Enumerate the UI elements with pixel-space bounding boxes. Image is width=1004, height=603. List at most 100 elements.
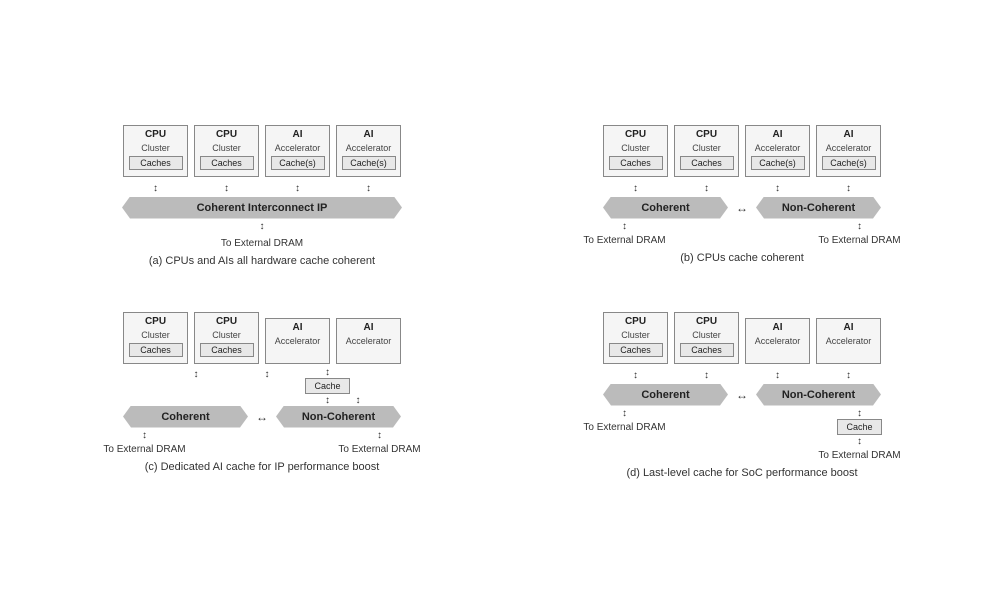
unit-subtitle: Cluster [212, 331, 241, 341]
cache-label: Caches [609, 156, 663, 170]
unit-ai2-d: AI Accelerator [816, 318, 881, 364]
unit-title: AI [844, 322, 854, 334]
unit-subtitle: Cluster [621, 144, 650, 154]
arrows-d: ↕ ↕ ↕ ↕ [603, 368, 881, 384]
unit-title: CPU [696, 129, 717, 141]
unit-cpu2-a: CPU Cluster Caches [194, 125, 259, 177]
banner-row-b: Coherent ↔ Non-Coherent [603, 197, 881, 219]
unit-cpu1-b: CPU Cluster Caches [603, 125, 668, 177]
ai-cache-c: Cache [305, 378, 349, 394]
arrow-dram-right-c: ↕ [377, 431, 382, 441]
arrow-h-d: ↔ [736, 388, 748, 402]
arrow-h-b: ↔ [736, 201, 748, 215]
unit-cpu2-d: CPU Cluster Caches [674, 312, 739, 364]
unit-title: CPU [625, 316, 646, 328]
unit-ai2-a: AI Accelerator Cache(s) [336, 125, 401, 177]
cache-label: Caches [680, 156, 734, 170]
interconnect-a: Coherent Interconnect IP [122, 197, 402, 219]
unit-ai1-a: AI Accelerator Cache(s) [265, 125, 330, 177]
arrow-dram-left-b: ↕ [622, 222, 627, 232]
arrow-dram-left-d: ↕ [622, 409, 627, 419]
unit-subtitle: Accelerator [755, 144, 801, 154]
arrows-b-left: ↕ ↕ [603, 181, 739, 197]
unit-title: AI [773, 322, 783, 334]
diagram-d: CPU Cluster Caches CPU Cluster Caches AI… [507, 312, 977, 479]
unit-title: CPU [145, 316, 166, 328]
arrow-dram-a: ↕ [260, 222, 265, 232]
unit-ai1-b: AI Accelerator Cache(s) [745, 125, 810, 177]
dram-text-left-b: To External DRAM [583, 235, 665, 246]
arrow-llc-d: ↕ [857, 409, 862, 419]
caption-b: (b) CPUs cache coherent [680, 252, 804, 264]
unit-title: CPU [696, 316, 717, 328]
unit-subtitle: Accelerator [275, 337, 321, 347]
cache-label: Caches [200, 343, 254, 357]
dram-text-left-d: To External DRAM [583, 422, 665, 433]
unit-subtitle: Accelerator [346, 144, 392, 154]
diagram-c: CPU Cluster Caches CPU Cluster Caches AI… [27, 312, 497, 479]
noncoherent-banner-c: Non-Coherent [276, 406, 401, 428]
cache-label: Cache(s) [271, 156, 325, 170]
unit-ai2-c: AI Accelerator [336, 318, 401, 364]
caption-a: (a) CPUs and AIs all hardware cache cohe… [149, 255, 375, 267]
unit-title: AI [364, 129, 374, 141]
dram-text-right-d: To External DRAM [818, 450, 900, 461]
units-row-d: CPU Cluster Caches CPU Cluster Caches AI… [603, 312, 881, 364]
unit-title: AI [364, 322, 374, 334]
banner-row-d: Coherent ↔ Non-Coherent [603, 384, 881, 406]
unit-title: AI [293, 129, 303, 141]
diagram-a: CPU Cluster Caches CPU Cluster Caches AI… [27, 125, 497, 292]
cache-label: Caches [609, 343, 663, 357]
unit-subtitle: Accelerator [346, 337, 392, 347]
arrow-dram-right-b: ↕ [857, 222, 862, 232]
unit-title: CPU [145, 129, 166, 141]
unit-title: AI [773, 129, 783, 141]
cache-label: Cache(s) [342, 156, 396, 170]
unit-title: CPU [625, 129, 646, 141]
caption-d: (d) Last-level cache for SoC performance… [626, 467, 857, 479]
cache-label: Caches [200, 156, 254, 170]
unit-title: AI [844, 129, 854, 141]
arrow-dram-left-c: ↕ [142, 431, 147, 441]
unit-subtitle: Accelerator [755, 337, 801, 347]
dram-text-right-c: To External DRAM [338, 444, 420, 455]
unit-ai2-b: AI Accelerator Cache(s) [816, 125, 881, 177]
units-row-b: CPU Cluster Caches CPU Cluster Caches AI… [603, 125, 881, 177]
coherent-banner-d: Coherent [603, 384, 728, 406]
unit-subtitle: Accelerator [826, 337, 872, 347]
dram-text-right-b: To External DRAM [818, 235, 900, 246]
cache-label: Cache(s) [822, 156, 876, 170]
unit-cpu1-a: CPU Cluster Caches [123, 125, 188, 177]
unit-subtitle: Cluster [692, 144, 721, 154]
unit-subtitle: Cluster [141, 331, 170, 341]
unit-title: AI [293, 322, 303, 334]
arrows-b-right: ↕ ↕ [745, 181, 881, 197]
caption-c: (c) Dedicated AI cache for IP performanc… [145, 461, 380, 473]
unit-title: CPU [216, 129, 237, 141]
coherent-banner-c: Coherent [123, 406, 248, 428]
unit-cpu1-c: CPU Cluster Caches [123, 312, 188, 364]
unit-subtitle: Cluster [621, 331, 650, 341]
units-row-a: CPU Cluster Caches CPU Cluster Caches AI… [123, 125, 401, 177]
unit-subtitle: Accelerator [826, 144, 872, 154]
arrow-dram-right-d: ↕ [857, 437, 862, 447]
cache-label: Caches [129, 343, 183, 357]
llc-box-d: Cache [837, 419, 881, 435]
arrows-a: ↕ ↕ ↕ ↕ [123, 181, 401, 197]
units-row-c: CPU Cluster Caches CPU Cluster Caches AI… [123, 312, 401, 364]
cache-label: Caches [680, 343, 734, 357]
unit-cpu2-b: CPU Cluster Caches [674, 125, 739, 177]
noncoherent-banner-b: Non-Coherent [756, 197, 881, 219]
dram-text-a: To External DRAM [221, 238, 303, 249]
unit-cpu2-c: CPU Cluster Caches [194, 312, 259, 364]
cache-label: Caches [129, 156, 183, 170]
unit-ai1-d: AI Accelerator [745, 318, 810, 364]
coherent-banner-b: Coherent [603, 197, 728, 219]
unit-title: CPU [216, 316, 237, 328]
unit-cpu1-d: CPU Cluster Caches [603, 312, 668, 364]
banner-row-c: Coherent ↔ Non-Coherent [123, 406, 401, 428]
main-container: CPU Cluster Caches CPU Cluster Caches AI… [12, 110, 992, 494]
unit-subtitle: Cluster [212, 144, 241, 154]
cache-label: Cache(s) [751, 156, 805, 170]
arrow-h-c: ↔ [256, 410, 268, 424]
